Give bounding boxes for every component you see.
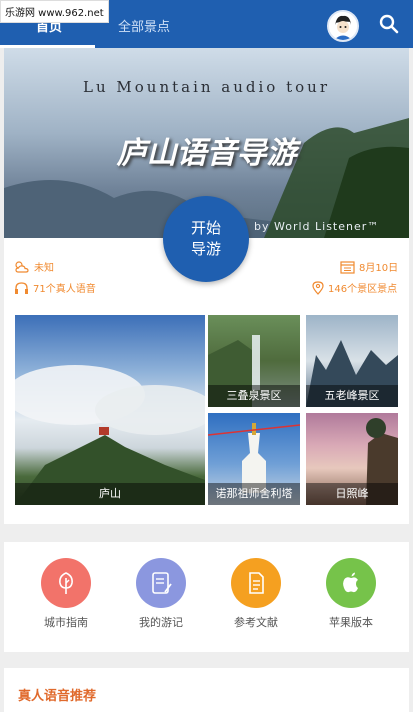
my-journal-circle xyxy=(136,558,186,608)
city-guide-circle xyxy=(41,558,91,608)
feature-label: 城市指南 xyxy=(44,616,88,629)
banner-title-cn: 庐山语音导游 xyxy=(116,136,297,171)
photo-caption: 诺那祖师舍利塔 xyxy=(208,483,300,505)
headphones-icon xyxy=(15,281,28,294)
start-button-line1: 开始 xyxy=(190,219,221,237)
apple-version-circle xyxy=(326,558,376,608)
photo-lushan[interactable]: 庐山 xyxy=(15,315,205,505)
document-icon xyxy=(249,572,264,594)
spots-info: 146个景区景点 xyxy=(312,280,397,295)
lushan-scene xyxy=(15,365,205,505)
banner-title-en: Lu Mountain audio tour xyxy=(83,78,330,96)
photo-caption: 庐山 xyxy=(15,483,205,505)
notebook-icon xyxy=(152,572,172,594)
feature-city-guide[interactable]: 城市指南 xyxy=(26,558,106,630)
avatar-icon xyxy=(329,12,357,40)
feature-apple-version[interactable]: 苹果版本 xyxy=(311,558,391,630)
search-icon[interactable] xyxy=(378,13,400,35)
start-button-line2: 导游 xyxy=(190,240,221,258)
photo-caption: 五老峰景区 xyxy=(306,385,398,407)
voice-info: 71个真人语音 xyxy=(14,280,96,295)
location-pin-icon xyxy=(312,280,324,295)
date-text: 8月10日 xyxy=(359,263,399,274)
tab-all-spots[interactable]: 全部景点 xyxy=(118,16,170,35)
start-tour-button[interactable]: 开始 导游 xyxy=(163,196,249,282)
apple-icon xyxy=(343,572,358,593)
feature-references[interactable]: 参考文献 xyxy=(216,558,296,630)
weather-text: 未知 xyxy=(34,263,54,274)
photo-caption: 三叠泉景区 xyxy=(208,385,300,407)
avatar[interactable] xyxy=(327,10,359,42)
section-title: 真人语音推荐 xyxy=(18,689,97,704)
photo-nuona-pagoda[interactable]: 诺那祖师舍利塔 xyxy=(208,413,300,505)
voice-recommendation-section: 真人语音推荐 xyxy=(4,668,409,712)
watermark: 乐游网 www.962.net xyxy=(0,0,109,23)
tree-icon xyxy=(59,572,73,594)
feature-label: 我的游记 xyxy=(139,616,183,629)
photo-caption: 日照峰 xyxy=(306,483,398,505)
references-circle xyxy=(231,558,281,608)
feature-my-journal[interactable]: 我的游记 xyxy=(121,558,201,630)
photo-rizhaofeng[interactable]: 日照峰 xyxy=(306,413,398,505)
cloud-sun-icon xyxy=(15,260,29,273)
photo-wulaofeng[interactable]: 五老峰景区 xyxy=(306,315,398,407)
feature-label: 参考文献 xyxy=(234,616,278,629)
spots-count-text: 146个景区景点 xyxy=(328,284,398,295)
weather-info: 未知 xyxy=(14,259,54,274)
photo-sandiequan[interactable]: 三叠泉景区 xyxy=(208,315,300,407)
banner-credit: by World Listener™ xyxy=(254,220,380,233)
voice-count-text: 71个真人语音 xyxy=(33,284,96,295)
calendar-icon xyxy=(340,260,355,274)
feature-label: 苹果版本 xyxy=(329,616,373,629)
date-info: 8月10日 xyxy=(340,259,398,274)
